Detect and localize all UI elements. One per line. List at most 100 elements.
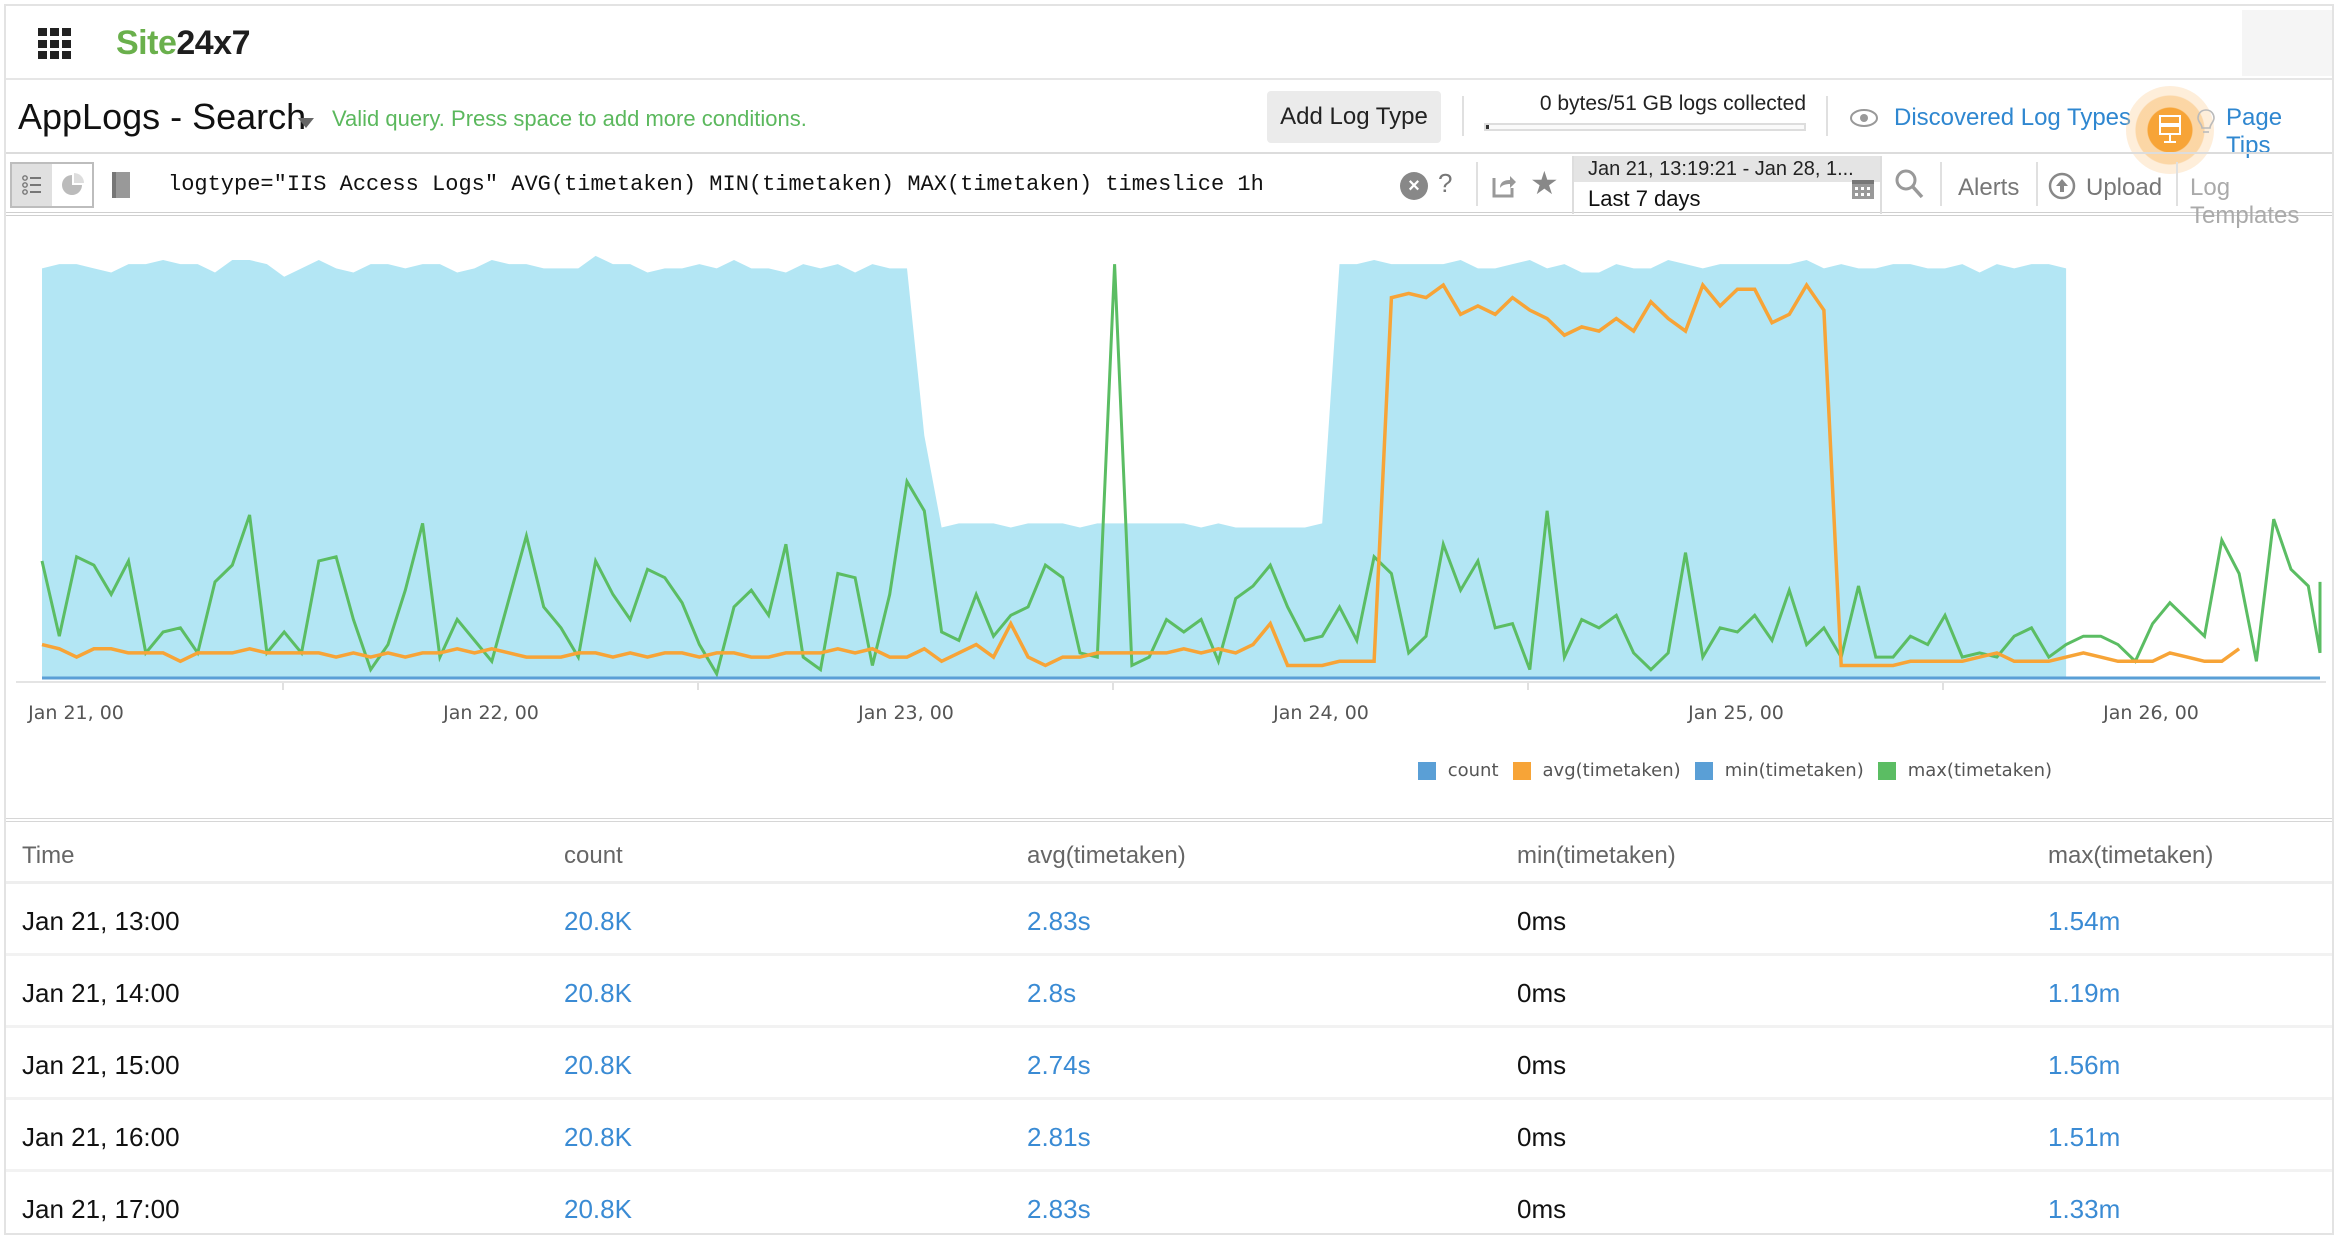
cell-time: Jan 21, 15:00 <box>22 1050 180 1080</box>
topbar-right-panel <box>2242 10 2332 76</box>
chart-legend: count avg(timetaken) min(timetaken) max(… <box>1404 760 2052 781</box>
cell-max[interactable]: 1.56m <box>2048 1050 2120 1081</box>
chart-panel: Jan 21, 00 Jan 22, 00 Jan 23, 00 Jan 24, 00… <box>6 220 2332 820</box>
cell-avg[interactable]: 2.81s <box>1027 1122 1091 1153</box>
cell-max[interactable]: 1.33m <box>2048 1194 2120 1225</box>
legend-swatch-min <box>1694 761 1713 780</box>
column-header-time[interactable]: Time <box>22 842 74 870</box>
logs-collected-text: 0 bytes/51 GB logs collected <box>1539 92 1806 115</box>
x-axis: Jan 21, 00 Jan 22, 00 Jan 23, 00 Jan 24, 00… <box>16 681 2326 724</box>
table-row: Jan 21, 15:00 20.8K 2.74s 0ms 1.56m <box>6 1028 2332 1100</box>
saved-queries-book-icon[interactable] <box>110 170 132 200</box>
legend-swatch-max <box>1877 761 1896 780</box>
cell-time: Jan 21, 16:00 <box>22 1122 180 1152</box>
eye-icon[interactable] <box>1849 108 1879 128</box>
table-header: Time count avg(timetaken) min(timetaken)… <box>6 822 2332 884</box>
help-icon[interactable]: ? <box>1438 168 1452 199</box>
list-view-icon <box>22 175 41 195</box>
alerts-button[interactable]: Alerts <box>1958 174 2019 202</box>
column-header-min[interactable]: min(timetaken) <box>1517 842 1676 870</box>
cell-max[interactable]: 1.51m <box>2048 1122 2120 1153</box>
chevron-down-icon[interactable] <box>298 118 314 128</box>
column-header-count[interactable]: count <box>564 842 623 870</box>
x-axis-tick-label: Jan 24, 00 <box>1272 702 1369 724</box>
cell-avg[interactable]: 2.83s <box>1027 906 1091 937</box>
cell-count[interactable]: 20.8K <box>564 1122 632 1153</box>
column-header-max[interactable]: max(timetaken) <box>2048 842 2213 870</box>
page-header: AppLogs - Search Valid query. Press spac… <box>6 82 2332 174</box>
logo-site-text: Site <box>116 24 177 62</box>
results-table: Time count avg(timetaken) min(timetaken)… <box>6 818 2332 1233</box>
x-axis-tick-label: Jan 25, 00 <box>1687 702 1784 724</box>
lightbulb-icon <box>2197 109 2215 133</box>
series-count[interactable] <box>42 255 2067 678</box>
chart-view-button[interactable] <box>52 164 92 206</box>
upload-icon[interactable] <box>2048 172 2076 200</box>
query-input[interactable]: logtype="IIS Access Logs" AVG(timetaken)… <box>168 172 1264 197</box>
cell-min: 0ms <box>1517 1050 1567 1080</box>
cell-avg[interactable]: 2.83s <box>1027 1194 1091 1225</box>
cell-min: 0ms <box>1517 906 1567 936</box>
upload-button[interactable]: Upload <box>2086 174 2162 202</box>
list-view-button[interactable] <box>12 164 52 206</box>
time-range-text: Jan 21, 13:19:21 - Jan 28, 1... <box>1574 156 1880 182</box>
search-icon[interactable] <box>1894 168 1924 200</box>
legend-item-max[interactable]: max(timetaken) <box>1877 760 2052 781</box>
cell-count[interactable]: 20.8K <box>564 1050 632 1081</box>
share-icon[interactable] <box>1488 170 1518 200</box>
calendar-icon[interactable] <box>1851 176 1875 200</box>
legend-item-avg[interactable]: avg(timetaken) <box>1512 760 1681 781</box>
timeseries-chart[interactable]: Jan 21, 00 Jan 22, 00 Jan 23, 00 Jan 24, 00… <box>6 220 2332 740</box>
guided-tour-signpost-icon[interactable] <box>2150 108 2190 148</box>
legend-label: min(timetaken) <box>1724 760 1864 781</box>
divider <box>2036 162 2038 206</box>
cell-count[interactable]: 20.8K <box>564 1194 632 1225</box>
x-axis-tick-label: Jan 21, 00 <box>27 702 124 724</box>
cell-time: Jan 21, 14:00 <box>22 978 180 1008</box>
x-axis-tick-label: Jan 26, 00 <box>2102 702 2199 724</box>
cell-avg[interactable]: 2.8s <box>1027 978 1076 1009</box>
legend-item-min[interactable]: min(timetaken) <box>1694 760 1864 781</box>
top-navigation-bar: Site24x7 <box>6 6 2332 80</box>
time-range-preset: Last 7 days <box>1588 186 1701 211</box>
time-range-picker[interactable]: Jan 21, 13:19:21 - Jan 28, 1... Last 7 d… <box>1572 156 1882 214</box>
logo-24x7-text: 24x7 <box>176 24 250 62</box>
table-row: Jan 21, 13:00 20.8K 2.83s 0ms 1.54m <box>6 884 2332 956</box>
column-header-avg[interactable]: avg(timetaken) <box>1027 842 1186 870</box>
cell-min: 0ms <box>1517 1122 1567 1152</box>
app-frame: Site24x7 AppLogs - Search Valid query. P… <box>4 4 2334 1235</box>
page-title[interactable]: AppLogs - Search <box>18 96 306 138</box>
app-grid-icon[interactable] <box>38 28 72 60</box>
x-axis-tick-label: Jan 22, 00 <box>442 702 539 724</box>
divider <box>2176 162 2178 206</box>
discovered-log-types-link[interactable]: Discovered Log Types <box>1894 104 2131 132</box>
query-toolbar: logtype="IIS Access Logs" AVG(timetaken)… <box>6 152 2332 229</box>
divider <box>1476 162 1478 206</box>
cell-max[interactable]: 1.19m <box>2048 978 2120 1009</box>
add-log-type-button[interactable]: Add Log Type <box>1267 91 1441 143</box>
legend-swatch-avg <box>1512 761 1531 780</box>
cell-min: 0ms <box>1517 1194 1567 1224</box>
pie-chart-icon <box>62 173 84 195</box>
logs-collected-progress-fill <box>1486 125 1490 129</box>
table-row: Jan 21, 17:00 20.8K 2.83s 0ms 1.33m <box>6 1172 2332 1239</box>
view-mode-toggle <box>10 162 94 208</box>
cell-count[interactable]: 20.8K <box>564 906 632 937</box>
cell-min: 0ms <box>1517 978 1567 1008</box>
x-axis-tick-label: Jan 23, 00 <box>857 702 954 724</box>
count-area-series <box>42 255 2067 678</box>
cell-avg[interactable]: 2.74s <box>1027 1050 1091 1081</box>
clear-query-icon[interactable]: × <box>1400 172 1428 200</box>
cell-max[interactable]: 1.54m <box>2048 906 2120 937</box>
query-validation-message: Valid query. Press space to add more con… <box>332 106 807 131</box>
favorite-star-icon[interactable]: ★ <box>1530 164 1559 202</box>
cell-time: Jan 21, 13:00 <box>22 906 180 936</box>
legend-swatch-count <box>1417 761 1436 780</box>
cell-count[interactable]: 20.8K <box>564 978 632 1009</box>
table-row: Jan 21, 16:00 20.8K 2.81s 0ms 1.51m <box>6 1100 2332 1172</box>
cell-time: Jan 21, 17:00 <box>22 1194 180 1224</box>
divider <box>1826 96 1828 136</box>
table-row: Jan 21, 14:00 20.8K 2.8s 0ms 1.19m <box>6 956 2332 1028</box>
legend-item-count[interactable]: count <box>1417 760 1499 781</box>
site24x7-logo[interactable]: Site24x7 <box>116 24 250 63</box>
